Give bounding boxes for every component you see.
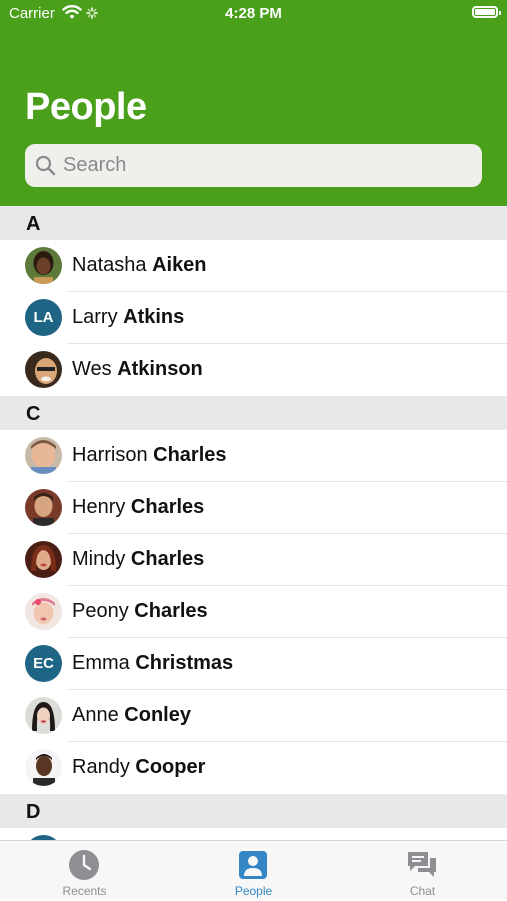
search-input[interactable] (63, 144, 463, 187)
section-header-d: D (0, 794, 507, 828)
avatar (25, 437, 62, 474)
last-name: Charles (130, 496, 205, 518)
status-time: 4:28 PM (225, 5, 282, 22)
last-name: Charles (153, 444, 227, 466)
person-name: Natasha Aiken (72, 254, 207, 277)
tab-chat[interactable]: Chat (338, 841, 507, 901)
person-name: Peony Charles (72, 600, 208, 623)
avatar-initials: EC (25, 645, 62, 682)
last-name: Charles (134, 600, 208, 622)
avatar (25, 593, 62, 630)
search-bar[interactable] (25, 144, 482, 187)
person-name: Harrison Charles (72, 444, 227, 467)
page-title: People (25, 86, 147, 128)
avatar (25, 541, 62, 578)
clock-icon (68, 849, 100, 886)
status-bar: Carrier 4:28 PM (0, 0, 507, 28)
person-row-larry-atkins[interactable]: LA Larry Atkins (0, 292, 507, 344)
first-name: Emma (72, 652, 130, 674)
avatar (25, 351, 62, 388)
first-name: Randy (72, 756, 130, 778)
first-name: Henry (72, 496, 126, 518)
tab-label: People (234, 884, 273, 898)
tab-label: Chat (409, 884, 436, 898)
avatar (25, 489, 62, 526)
tab-people[interactable]: People (169, 841, 338, 901)
person-row-harrison-charles[interactable]: Harrison Charles (0, 430, 507, 482)
person-name: Wes Atkinson (72, 358, 203, 381)
tab-recents[interactable]: Recents (0, 841, 169, 901)
person-name: Anne Conley (72, 704, 191, 727)
first-name: Harrison (72, 444, 148, 466)
person-row-partial[interactable] (0, 828, 507, 840)
navigation-header: Carrier 4:28 PM People (0, 0, 507, 206)
battery-icon (472, 6, 501, 18)
first-name: Peony (72, 600, 129, 622)
section-header-c: C (0, 396, 507, 430)
tab-bar: Recents People Chat (0, 840, 507, 900)
avatar (25, 749, 62, 786)
avatar-initials: LA (25, 299, 62, 336)
person-row-natasha-aiken[interactable]: Natasha Aiken (0, 240, 507, 292)
person-row-wes-atkinson[interactable]: Wes Atkinson (0, 344, 507, 396)
search-icon (35, 155, 57, 182)
last-name: Conley (124, 704, 191, 726)
person-icon (237, 849, 269, 886)
section-header-a: A (0, 206, 507, 240)
person-row-emma-christmas[interactable]: EC Emma Christmas (0, 638, 507, 690)
person-name: Henry Charles (72, 496, 204, 519)
last-name: Christmas (135, 652, 234, 674)
first-name: Larry (72, 306, 118, 328)
first-name: Wes (72, 358, 112, 380)
last-name: Charles (130, 548, 205, 570)
first-name: Natasha (72, 254, 147, 276)
person-row-henry-charles[interactable]: Henry Charles (0, 482, 507, 534)
person-row-randy-cooper[interactable]: Randy Cooper (0, 742, 507, 794)
person-name: Larry Atkins (72, 306, 184, 329)
tab-label: Recents (62, 884, 107, 898)
avatar (25, 247, 62, 284)
first-name: Anne (72, 704, 119, 726)
person-row-peony-charles[interactable]: Peony Charles (0, 586, 507, 638)
person-row-anne-conley[interactable]: Anne Conley (0, 690, 507, 742)
person-name: Emma Christmas (72, 652, 233, 675)
first-name: Mindy (72, 548, 126, 570)
person-name: Mindy Charles (72, 548, 204, 571)
person-name: Randy Cooper (72, 756, 205, 779)
people-list[interactable]: A Natasha Aiken LA Larry Atkins Wes Atki… (0, 206, 507, 840)
avatar (25, 697, 62, 734)
last-name: Cooper (135, 756, 206, 778)
person-row-mindy-charles[interactable]: Mindy Charles (0, 534, 507, 586)
last-name: Atkinson (117, 358, 203, 380)
last-name: Atkins (123, 306, 185, 328)
chat-bubbles-icon (406, 849, 438, 886)
last-name: Aiken (152, 254, 207, 276)
